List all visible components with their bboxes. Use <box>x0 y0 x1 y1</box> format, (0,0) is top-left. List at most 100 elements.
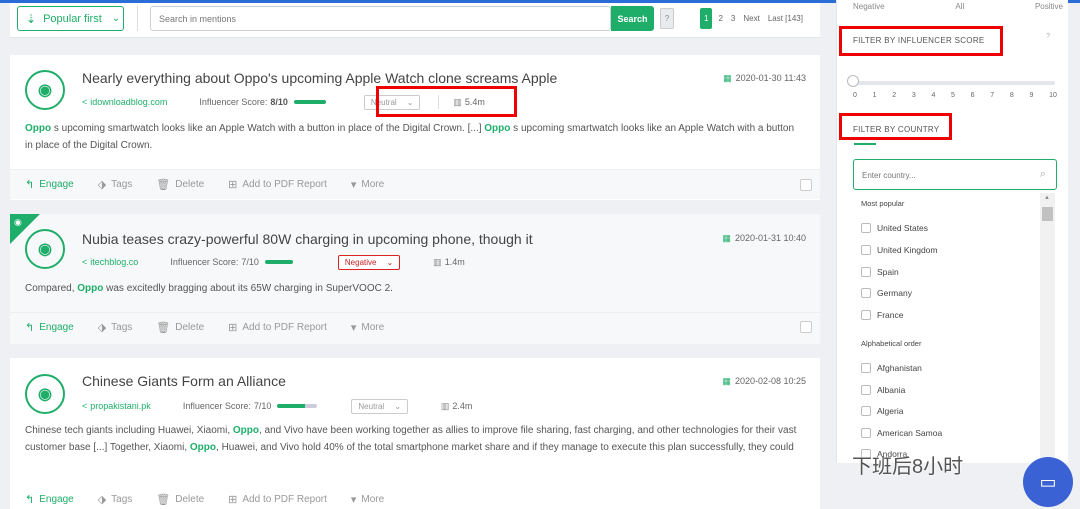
delete-button[interactable]: 🗑 Delete <box>156 178 204 191</box>
mention-text: Oppo s upcoming smartwatch looks like an… <box>25 120 800 154</box>
mention-title[interactable]: Nearly everything about Oppo's upcoming … <box>82 70 557 86</box>
pdf-button[interactable]: ⊞ Add to PDF Report <box>228 178 327 191</box>
slider-ticks: 0 1 2 3 4 5 6 7 8 9 10 <box>853 92 1057 99</box>
caret-down-icon: ▾ <box>350 322 357 334</box>
country-label: American Samoa <box>877 428 943 438</box>
source-text: propakistani.pk <box>90 401 151 411</box>
sentiment-label-negative: Negative <box>853 2 885 11</box>
country-search-input[interactable]: Enter country... ⌕ <box>853 159 1057 190</box>
mention-card: ◉ ◉ Nubia teases crazy-powerful 80W char… <box>10 214 820 344</box>
engage-button[interactable]: ↰ Engage <box>25 321 74 334</box>
select-checkbox[interactable] <box>800 321 812 333</box>
score-bar <box>264 260 293 264</box>
more-button[interactable]: ▾ More <box>351 493 384 506</box>
help-icon[interactable]: ? <box>1046 33 1050 40</box>
mention-title[interactable]: Chinese Giants Form an Alliance <box>82 373 286 389</box>
chevron-down-icon: ⌄ <box>394 401 401 411</box>
country-option[interactable]: Germany <box>861 288 912 298</box>
source-link[interactable]: < itechblog.co <box>82 257 138 267</box>
influencer-score: 8/10 <box>270 97 288 107</box>
country-option[interactable]: Spain <box>861 267 899 277</box>
source-link[interactable]: < propakistani.pk <box>82 401 151 411</box>
engage-button[interactable]: ↰ Engage <box>25 493 74 506</box>
chevron-down-icon: ⌄ <box>111 13 121 24</box>
checkbox[interactable] <box>861 310 871 320</box>
checkbox[interactable] <box>861 223 871 233</box>
calendar-icon: ▦ <box>722 376 731 386</box>
engage-button[interactable]: ↰ Engage <box>25 178 74 191</box>
country-option[interactable]: United States <box>861 223 928 233</box>
highlight-box <box>839 26 1003 56</box>
tick: 3 <box>911 92 916 99</box>
influencer-slider-track[interactable] <box>851 81 1055 85</box>
reach-value: 2.4m <box>452 400 473 411</box>
next-page[interactable]: Next <box>741 8 761 29</box>
mention-text: Compared, Oppo was excitedly bragging ab… <box>25 280 800 297</box>
rss-icon: ◉ <box>25 229 65 269</box>
search-input[interactable]: Search in mentions <box>150 6 611 31</box>
chat-button[interactable]: ▭ <box>1023 457 1073 507</box>
text-part: s upcoming smartwatch looks like an Appl… <box>51 123 485 134</box>
select-checkbox[interactable] <box>800 179 812 191</box>
mention-date: ▦ 2020-01-31 10:40 <box>722 233 806 244</box>
sort-dropdown[interactable]: ⇣ Popular first ⌄ <box>17 6 124 31</box>
influencer-score: 7/10 <box>253 401 272 411</box>
source-link[interactable]: < idownloadblog.com <box>82 97 167 107</box>
source-text: itechblog.co <box>90 257 139 267</box>
last-page[interactable]: Last [143] <box>766 8 805 29</box>
more-button[interactable]: ▾ More <box>351 321 384 334</box>
reply-icon: ↰ <box>25 493 35 506</box>
country-label: United Kingdom <box>877 245 938 255</box>
reach: ▥ 1.4m <box>433 257 465 268</box>
chat-icon: ▭ <box>1039 471 1057 492</box>
mention-title[interactable]: Nubia teases crazy-powerful 80W charging… <box>82 231 533 247</box>
pdf-button[interactable]: ⊞ Add to PDF Report <box>228 493 327 506</box>
country-option[interactable]: Afghanistan <box>861 363 922 373</box>
country-placeholder: Enter country... <box>862 171 916 180</box>
country-option[interactable]: United Kingdom <box>861 245 937 255</box>
alphabetical-label: Alphabetical order <box>861 339 922 348</box>
tick: 6 <box>970 92 975 99</box>
page-3[interactable]: 3 <box>729 8 737 29</box>
checkbox[interactable] <box>861 406 871 416</box>
scroll-thumb[interactable] <box>1042 207 1053 221</box>
action-bar: ↰ Engage ⬗ Tags 🗑 Delete ⊞ Add to PDF Report… <box>10 312 820 342</box>
engage-label: Engage <box>39 179 74 190</box>
influencer-slider-handle[interactable] <box>847 75 859 87</box>
country-option[interactable]: Algeria <box>861 406 903 416</box>
checkbox[interactable] <box>861 385 871 395</box>
tags-button[interactable]: ⬗ Tags <box>98 178 133 191</box>
country-option[interactable]: Albania <box>861 385 905 395</box>
page-2[interactable]: 2 <box>716 8 724 29</box>
country-option[interactable]: France <box>861 310 903 320</box>
most-popular-label: Most popular <box>861 199 905 208</box>
country-tab-indicator <box>854 143 876 145</box>
sentiment-dropdown[interactable]: Negative ⌄ <box>337 254 401 270</box>
checkbox[interactable] <box>861 267 871 277</box>
checkbox[interactable] <box>861 428 871 438</box>
pagination: 1 2 3 Next Last [143] <box>700 8 805 29</box>
divider <box>137 6 138 31</box>
help-button[interactable]: ? <box>660 8 674 29</box>
tags-button[interactable]: ⬗ Tags <box>98 321 133 334</box>
text-part: Compared, <box>25 283 78 294</box>
delete-button[interactable]: 🗑 Delete <box>156 493 204 506</box>
more-button[interactable]: ▾ More <box>351 178 384 191</box>
checkbox[interactable] <box>861 245 871 255</box>
date-text: 2020-01-31 10:40 <box>734 233 806 243</box>
sentiment-dropdown[interactable]: Neutral ⌄ <box>351 398 408 414</box>
checkbox[interactable] <box>861 363 871 373</box>
pdf-button[interactable]: ⊞ Add to PDF Report <box>228 321 327 334</box>
tick: 10 <box>1049 92 1057 99</box>
scroll-up-icon[interactable]: ▲ <box>1044 195 1050 201</box>
text-part: , Huawei, and Vivo hold 40% of the total… <box>216 442 794 453</box>
page-1[interactable]: 1 <box>700 8 713 29</box>
tags-button[interactable]: ⬗ Tags <box>98 493 133 506</box>
delete-button[interactable]: 🗑 Delete <box>156 321 204 334</box>
country-list-scrollbar[interactable]: ▲ <box>1040 193 1055 463</box>
tick: 2 <box>892 92 897 99</box>
country-option[interactable]: American Samoa <box>861 428 942 438</box>
checkbox[interactable] <box>861 288 871 298</box>
search-button[interactable]: Search <box>611 6 654 31</box>
action-bar: ↰ Engage ⬗ Tags 🗑 Delete ⊞ Add to PDF Report… <box>10 169 820 199</box>
